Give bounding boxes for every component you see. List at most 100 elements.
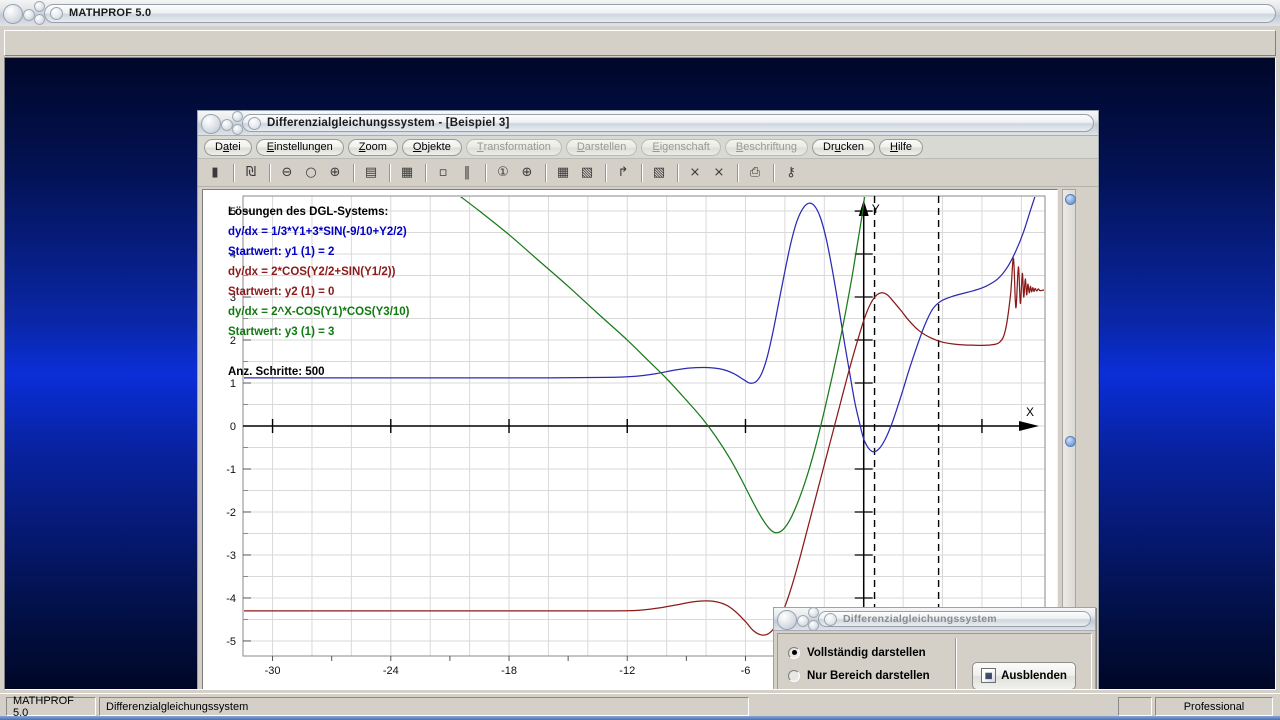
close-orb-icon[interactable] bbox=[3, 4, 23, 24]
toolbar-separator bbox=[269, 163, 271, 182]
svg-text:-24: -24 bbox=[383, 665, 399, 677]
print-icon[interactable]: ⎙ bbox=[744, 162, 766, 184]
point-icon[interactable]: ▫ bbox=[432, 162, 454, 184]
layout-icon[interactable]: ▦ bbox=[396, 162, 418, 184]
annotation-0: Lösungen des DGL-Systems: bbox=[228, 206, 388, 218]
zoom-out-icon[interactable]: ⊖ bbox=[276, 162, 298, 184]
dialog-option-label-0: Vollständig darstellen bbox=[807, 646, 926, 659]
svg-text:-5: -5 bbox=[226, 636, 236, 648]
columns-icon[interactable]: ‖ bbox=[456, 162, 478, 184]
window-control-orbs[interactable] bbox=[0, 0, 45, 26]
menu-item-objekte[interactable]: Objekte bbox=[401, 138, 462, 156]
child-window-title: Differenzialgleichungssystem - [Beispiel… bbox=[267, 117, 510, 129]
menubar: Da tei Einstellungen Zoom Objekte Transformat… bbox=[198, 136, 1098, 159]
dialog-help-orb-icon[interactable] bbox=[808, 620, 819, 631]
x-axis-label: X bbox=[1026, 405, 1034, 419]
menu-item-darstellen: Darstellen bbox=[565, 138, 638, 156]
child-logo-icon bbox=[248, 116, 261, 130]
statusbar-spacer bbox=[1118, 697, 1152, 716]
toolbar-separator bbox=[773, 163, 775, 182]
mathprof-main-window: MATHPROF 5.0 Differenzialgleichungssyste… bbox=[0, 0, 1280, 720]
report-icon[interactable]: ▧ bbox=[576, 162, 598, 184]
display-options-dialog: Differenzialgleichungssystem Vollständig… bbox=[773, 606, 1096, 689]
menu-item-beschriftung: Beschriftung bbox=[724, 138, 809, 156]
ausblenden-button-label: Ausblenden bbox=[1001, 669, 1067, 682]
toolbar-separator bbox=[233, 163, 235, 182]
dialog-option-1[interactable]: Nur Bereich darstellen bbox=[788, 664, 955, 687]
ausblenden-button[interactable]: ▦ Ausblenden bbox=[972, 661, 1076, 689]
clock-icon[interactable]: ① bbox=[492, 162, 514, 184]
main-toolbar-strip bbox=[4, 30, 1276, 56]
table-icon[interactable]: ▦ bbox=[552, 162, 574, 184]
window-bottom-edge bbox=[0, 716, 1280, 720]
svg-text:-4: -4 bbox=[226, 593, 236, 605]
clear-all-icon[interactable]: ⨯ bbox=[708, 162, 730, 184]
toolbar-separator bbox=[485, 163, 487, 182]
statusbar-app-name: MATHPROF 5.0 bbox=[6, 695, 96, 719]
restore-orb-icon[interactable] bbox=[34, 1, 45, 12]
radio-0[interactable] bbox=[788, 646, 800, 659]
export-icon[interactable]: ↱ bbox=[612, 162, 634, 184]
dialog-window-control-orbs[interactable] bbox=[774, 606, 819, 632]
child-title-capsule: Differenzialgleichungssystem - [Beispiel… bbox=[242, 114, 1094, 132]
child-help-orb-icon[interactable] bbox=[232, 124, 243, 135]
zoom-reset-icon[interactable]: ○ bbox=[300, 162, 322, 184]
statusbar-edition: Professional bbox=[1155, 697, 1273, 716]
dialog-titlebar: Differenzialgleichungssystem bbox=[774, 606, 1095, 632]
dialog-title: Differenzialgleichungssystem bbox=[843, 613, 997, 625]
app-body: Differenzialgleichungssystem - [Beispiel… bbox=[0, 26, 1280, 694]
dialog-option-label-1: Nur Bereich darstellen bbox=[807, 669, 930, 682]
toolbar: ▮ ₪ ⊖ ○ ⊕ ▤ ▦ ▫ ‖ ① ⊕ ▦ ▧ ↱ ▧ ⨯ ⨯ ⎙ ⚷ bbox=[198, 159, 1098, 187]
dialog-restore-orb-icon[interactable] bbox=[808, 607, 819, 618]
toolbar-separator bbox=[737, 163, 739, 182]
radio-1[interactable] bbox=[788, 669, 800, 682]
svg-text:-12: -12 bbox=[619, 665, 635, 677]
dialog-option-2: ✓Bereich markieren bbox=[788, 687, 955, 689]
document-icon[interactable]: ▮ bbox=[204, 162, 226, 184]
vscroll-handle-mid[interactable] bbox=[1065, 436, 1076, 447]
svg-text:-2: -2 bbox=[226, 507, 236, 519]
annotation-5: dy/dx = 2^X-COS(Y1)*COS(Y3/10) bbox=[228, 306, 410, 318]
svg-text:-30: -30 bbox=[265, 665, 281, 677]
y-axis-label: Y bbox=[872, 202, 880, 216]
child-restore-orb-icon[interactable] bbox=[232, 111, 243, 122]
help-key-icon[interactable]: ⚷ bbox=[780, 162, 802, 184]
glasses-icon[interactable]: ₪ bbox=[240, 162, 262, 184]
menu-item-einstellungen[interactable]: Einstellungen bbox=[255, 138, 344, 156]
clear-icon[interactable]: ⨯ bbox=[684, 162, 706, 184]
annotation-6: Startwert: y3 (1) = 3 bbox=[228, 326, 334, 338]
svg-text:-6: -6 bbox=[741, 665, 751, 677]
copy-icon[interactable]: ▧ bbox=[648, 162, 670, 184]
menu-item-datei[interactable]: Da tei bbox=[204, 138, 252, 156]
vscroll-handle-top[interactable] bbox=[1065, 194, 1076, 205]
toolbar-separator bbox=[641, 163, 643, 182]
properties-icon[interactable]: ▤ bbox=[360, 162, 382, 184]
dialog-logo-icon bbox=[824, 612, 837, 626]
child-close-orb-icon[interactable] bbox=[201, 114, 221, 134]
menu-item-transformation: Transformation bbox=[465, 138, 562, 156]
svg-text:0: 0 bbox=[230, 421, 236, 433]
statusbar-module: Differenzialgleichungssystem bbox=[99, 697, 749, 716]
svg-text:-3: -3 bbox=[226, 550, 236, 562]
annotation-2: Startwert: y1 (1) = 2 bbox=[228, 246, 334, 258]
target-icon[interactable]: ⊕ bbox=[516, 162, 538, 184]
annotation-7: Anz. Schritte: 500 bbox=[228, 366, 325, 378]
toolbar-separator bbox=[677, 163, 679, 182]
dialog-title-capsule: Differenzialgleichungssystem bbox=[818, 611, 1091, 627]
svg-text:-1: -1 bbox=[226, 464, 236, 476]
toolbar-separator bbox=[389, 163, 391, 182]
svg-text:1: 1 bbox=[230, 378, 236, 390]
dialog-actions-group: ▦ Ausblenden bbox=[957, 634, 1091, 689]
menu-item-drucken[interactable]: Dr u cken bbox=[812, 138, 875, 156]
help-orb-icon[interactable] bbox=[34, 14, 45, 25]
menu-item-zoom[interactable]: Zoom bbox=[347, 138, 398, 156]
toolbar-separator bbox=[605, 163, 607, 182]
toolbar-separator bbox=[425, 163, 427, 182]
menu-item-eigenschaft: Eigenschaft bbox=[641, 138, 721, 156]
zoom-in-icon[interactable]: ⊕ bbox=[324, 162, 346, 184]
menu-item-hilfe[interactable]: Hilfe bbox=[879, 138, 924, 156]
dialog-close-orb-icon[interactable] bbox=[777, 610, 797, 630]
child-window-control-orbs[interactable] bbox=[198, 110, 243, 136]
dialog-option-0[interactable]: Vollständig darstellen bbox=[788, 641, 955, 664]
annotation-1: dy/dx = 1/3*Y1+3*SIN(-9/10+Y2/2) bbox=[228, 226, 407, 238]
